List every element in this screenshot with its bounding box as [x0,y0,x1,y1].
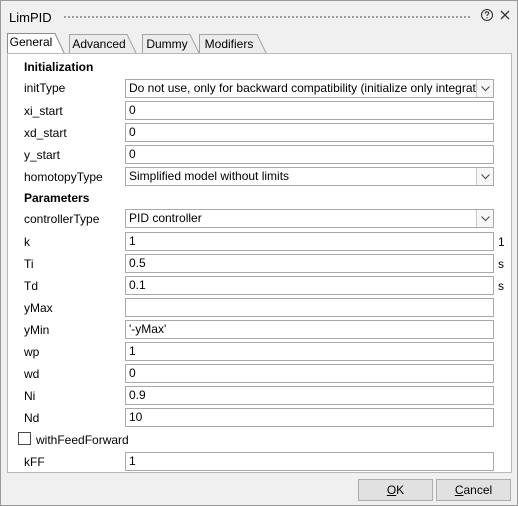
chevron-down-icon[interactable] [476,168,493,185]
tab-dummy[interactable]: Dummy [142,34,200,54]
label-k: k [24,235,30,249]
tab-dummy-label: Dummy [146,37,188,51]
Td-input[interactable]: 0.1 [125,276,494,295]
kFF-input[interactable]: 1 [125,452,494,471]
ok-mnemonic: O [386,483,397,497]
Td-unit: s [498,279,504,293]
label-y_start: y_start [24,148,61,162]
label-wp: wp [24,345,40,359]
chevron-down-icon[interactable] [476,210,493,227]
Ni-input[interactable]: 0.9 [125,386,494,405]
k-input[interactable]: 1 [125,232,494,251]
tab-general[interactable]: General [7,32,65,54]
controllerType-value: PID controller [129,211,202,225]
label-Td: Td [24,279,39,293]
label-homotopyType: homotopyType [24,170,103,184]
Ti-input[interactable]: 0.5 [125,254,494,273]
wd-input[interactable]: 0 [125,364,494,383]
tab-general-label: General [9,35,53,49]
close-icon[interactable] [497,7,513,23]
tab-advanced-label: Advanced [72,37,126,51]
label-controllerType: controllerType [24,212,100,226]
xd_start-input[interactable]: 0 [125,123,494,142]
y_start-input[interactable]: 0 [125,145,494,164]
section-initialization: Initialization [24,60,94,74]
yMin-input[interactable]: '-yMax' [125,320,494,339]
label-Nd: Nd [24,411,40,425]
xi_start-input[interactable]: 0 [125,101,494,120]
label-yMin: yMin [24,323,50,337]
label-Ni: Ni [24,389,36,403]
controllerType-combobox[interactable]: PID controller [125,209,494,228]
withFeedForward-label: withFeedForward [36,433,129,447]
tab-modifiers[interactable]: Modifiers [199,34,267,54]
label-wd: wd [24,367,40,381]
label-yMax: yMax [24,301,53,315]
title-bar[interactable]: LimPID [1,1,517,31]
tab-bar: General Advanced Dummy Modifiers [7,32,512,54]
section-parameters: Parameters [24,191,90,205]
cancel-button[interactable]: Cancel [436,479,511,501]
k-unit: 1 [498,235,505,249]
window-title: LimPID [9,10,52,25]
help-icon[interactable] [479,7,495,23]
chevron-down-icon[interactable] [476,80,493,97]
tab-modifiers-label: Modifiers [204,37,254,51]
yMax-input[interactable] [125,298,494,317]
general-tab-panel: Initialization initType Do not use, only… [7,53,512,473]
Ti-unit: s [498,257,504,271]
ok-label-rest: K [396,483,405,497]
cancel-label-rest: ancel [463,483,493,497]
label-initType: initType [24,81,66,95]
label-xi_start: xi_start [24,104,63,118]
homotopyType-value: Simplified model without limits [129,169,290,183]
wp-input[interactable]: 1 [125,342,494,361]
homotopyType-combobox[interactable]: Simplified model without limits [125,167,494,186]
label-kFF: kFF [24,455,45,469]
drag-grip[interactable] [63,15,471,19]
initType-value: Do not use, only for backward compatibil… [129,81,494,95]
dialog-window: LimPID General Advanced Dummy Modifiers … [0,0,518,506]
tab-advanced[interactable]: Advanced [69,34,137,54]
ok-button[interactable]: OK [358,479,433,501]
withFeedForward-checkbox[interactable] [18,432,31,445]
label-xd_start: xd_start [24,126,67,140]
initType-combobox[interactable]: Do not use, only for backward compatibil… [125,79,494,98]
label-Ti: Ti [24,257,34,271]
Nd-input[interactable]: 10 [125,408,494,427]
